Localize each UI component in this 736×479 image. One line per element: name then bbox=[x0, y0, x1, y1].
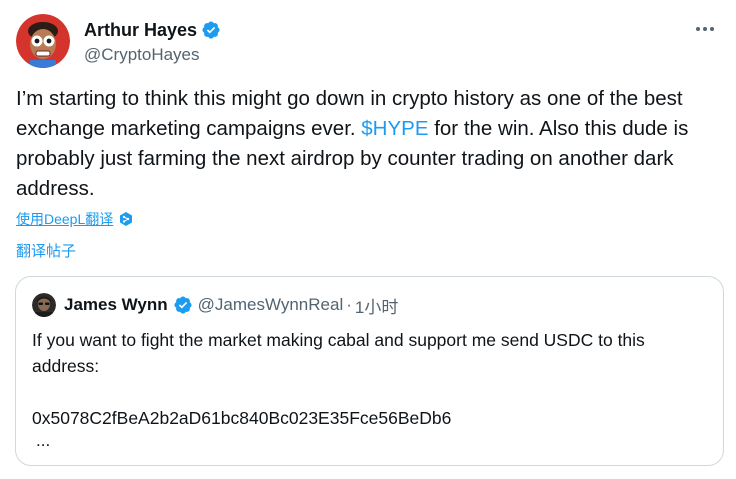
quote-author-name[interactable]: James Wynn bbox=[64, 295, 168, 315]
author-name[interactable]: Arthur Hayes bbox=[84, 20, 197, 41]
author-info: Arthur Hayes @CryptoHayes bbox=[84, 18, 221, 65]
cashtag-link[interactable]: $HYPE bbox=[361, 117, 428, 140]
translate-deepl: 使用DeepL翻译 bbox=[16, 209, 134, 229]
translate-post-link[interactable]: 翻译帖子 bbox=[16, 240, 76, 261]
quote-header: James Wynn @JamesWynnReal · 1小时 bbox=[64, 293, 398, 318]
translate-deepl-link[interactable]: 使用DeepL翻译 bbox=[16, 209, 113, 229]
quoted-tweet[interactable]: James Wynn @JamesWynnReal · 1小时 If you w… bbox=[15, 276, 724, 466]
author-avatar[interactable] bbox=[16, 14, 70, 68]
more-options-icon[interactable] bbox=[692, 16, 718, 42]
quote-timestamp[interactable]: 1小时 bbox=[355, 293, 398, 318]
quote-separator: · bbox=[346, 295, 352, 314]
verified-badge-icon bbox=[174, 296, 192, 314]
quote-text: If you want to fight the market making c… bbox=[32, 330, 645, 428]
tweet-header: Arthur Hayes @CryptoHayes bbox=[16, 14, 720, 68]
quote-truncation-ellipsis: ... bbox=[36, 431, 51, 450]
quote-author-handle[interactable]: @JamesWynnReal bbox=[198, 295, 344, 315]
quote-author-avatar[interactable] bbox=[32, 293, 56, 317]
author-handle[interactable]: @CryptoHayes bbox=[84, 45, 221, 65]
deepl-icon bbox=[120, 212, 133, 226]
tweet-text: I’m starting to think this might go down… bbox=[16, 84, 716, 204]
verified-badge-icon bbox=[202, 21, 220, 39]
